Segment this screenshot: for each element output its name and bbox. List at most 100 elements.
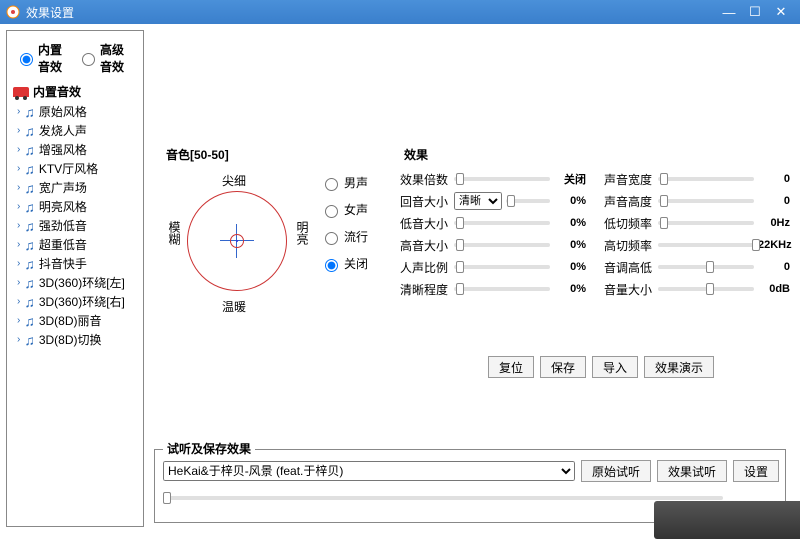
effect-slider[interactable] [658, 177, 754, 181]
preset-item[interactable]: ›♫3D(8D)丽音 [11, 311, 139, 330]
chevron-icon: › [17, 106, 20, 117]
effect-label: 高音大小 [400, 237, 450, 254]
effect-slider[interactable] [658, 287, 754, 291]
note-icon: ♫ [24, 104, 35, 120]
chevron-icon: › [17, 296, 20, 307]
preset-item[interactable]: ›♫原始风格 [11, 102, 139, 121]
effect-row: 声音高度 0 [604, 190, 790, 212]
effect-value: 关闭 [554, 171, 586, 187]
import-button[interactable]: 导入 [592, 356, 638, 378]
effects-group: 效果 效果倍数关闭回音大小清晰0%低音大小0%高音大小0%人声比例0%清晰程度0… [394, 156, 794, 336]
tree-header[interactable]: 内置音效 [7, 81, 143, 102]
preset-item[interactable]: ›♫抖音快手 [11, 254, 139, 273]
effect-label: 低切频率 [604, 215, 654, 232]
effect-slider[interactable] [454, 265, 550, 269]
effect-value: 0 [758, 261, 790, 273]
note-icon: ♫ [24, 180, 35, 196]
preset-item[interactable]: ›♫宽广声场 [11, 178, 139, 197]
note-icon: ♫ [24, 161, 35, 177]
note-icon: ♫ [24, 237, 35, 253]
preview-original-button[interactable]: 原始试听 [581, 460, 651, 482]
tone-legend: 音色[50-50] [162, 146, 233, 163]
close-button[interactable]: ✕ [768, 4, 794, 20]
overlay-panel [654, 501, 800, 539]
effect-slider[interactable] [454, 221, 550, 225]
voice-radio[interactable]: 关闭 [320, 255, 368, 272]
window-title: 效果设置 [26, 4, 716, 21]
tone-group: 音色[50-50] 尖细 温暖 模糊 明亮 男声女声流行关闭 [156, 156, 386, 336]
effect-row: 回音大小清晰0% [400, 190, 586, 212]
tone-label-bottom: 温暖 [222, 298, 246, 315]
mode-builtin-radio[interactable]: 内置音效 [15, 41, 73, 75]
chevron-icon: › [17, 163, 20, 174]
maximize-button[interactable]: ☐ [742, 4, 768, 20]
note-icon: ♫ [24, 332, 35, 348]
effect-dropdown[interactable]: 清晰 [454, 192, 502, 210]
note-icon: ♫ [24, 199, 35, 215]
car-icon [13, 87, 29, 97]
effect-row: 效果倍数关闭 [400, 168, 586, 190]
chevron-icon: › [17, 315, 20, 326]
chevron-icon: › [17, 277, 20, 288]
demo-button[interactable]: 效果演示 [644, 356, 714, 378]
chevron-icon: › [17, 201, 20, 212]
effect-slider[interactable] [658, 199, 754, 203]
preset-item[interactable]: ›♫3D(8D)切换 [11, 330, 139, 349]
minimize-button[interactable]: — [716, 5, 742, 20]
effect-label: 声音宽度 [604, 171, 654, 188]
effect-value: 0% [554, 217, 586, 229]
effect-value: 22KHz [758, 239, 790, 251]
preset-item[interactable]: ›♫强劲低音 [11, 216, 139, 235]
effect-slider[interactable] [658, 221, 754, 225]
preview-legend: 试听及保存效果 [163, 440, 255, 457]
chevron-icon: › [17, 182, 20, 193]
effects-legend: 效果 [400, 146, 432, 163]
playback-slider[interactable] [163, 496, 723, 500]
effect-value: 0dB [758, 283, 790, 295]
chevron-icon: › [17, 125, 20, 136]
effect-row: 音量大小0dB [604, 278, 790, 300]
reset-button[interactable]: 复位 [488, 356, 534, 378]
preview-settings-button[interactable]: 设置 [733, 460, 779, 482]
note-icon: ♫ [24, 218, 35, 234]
effect-value: 0% [554, 261, 586, 273]
preset-item[interactable]: ›♫3D(360)环绕[左] [11, 273, 139, 292]
save-button[interactable]: 保存 [540, 356, 586, 378]
preset-item[interactable]: ›♫增强风格 [11, 140, 139, 159]
effect-slider[interactable] [658, 265, 754, 269]
effect-slider[interactable] [454, 287, 550, 291]
chevron-icon: › [17, 334, 20, 345]
effect-slider[interactable] [454, 177, 550, 181]
tone-label-right: 明亮 [294, 221, 311, 245]
effect-slider[interactable] [506, 199, 550, 203]
effect-label: 人声比例 [400, 259, 450, 276]
tone-cursor[interactable] [230, 234, 244, 248]
chevron-icon: › [17, 144, 20, 155]
voice-radio[interactable]: 流行 [320, 228, 368, 245]
chevron-icon: › [17, 258, 20, 269]
preset-item[interactable]: ›♫明亮风格 [11, 197, 139, 216]
preset-item[interactable]: ›♫KTV厅风格 [11, 159, 139, 178]
chevron-icon: › [17, 239, 20, 250]
effect-label: 声音高度 [604, 193, 654, 210]
preset-item[interactable]: ›♫超重低音 [11, 235, 139, 254]
tone-label-top: 尖细 [222, 172, 246, 189]
effect-row: 低切频率0Hz [604, 212, 790, 234]
tone-label-left: 模糊 [166, 221, 183, 245]
effect-slider[interactable] [658, 243, 754, 247]
voice-radio[interactable]: 女声 [320, 201, 368, 218]
effect-row: 人声比例 0% [400, 256, 586, 278]
effect-value: 0 [758, 195, 790, 207]
note-icon: ♫ [24, 275, 35, 291]
effect-row: 高音大小0% [400, 234, 586, 256]
note-icon: ♫ [24, 142, 35, 158]
track-select[interactable]: HeKai&于梓贝-风景 (feat.于梓贝) [163, 461, 575, 481]
app-icon [6, 5, 20, 19]
effect-slider[interactable] [454, 243, 550, 247]
voice-radio[interactable]: 男声 [320, 174, 368, 191]
effect-row: 音调高低0 [604, 256, 790, 278]
preset-item[interactable]: ›♫3D(360)环绕[右] [11, 292, 139, 311]
preview-effect-button[interactable]: 效果试听 [657, 460, 727, 482]
preset-item[interactable]: ›♫发烧人声 [11, 121, 139, 140]
mode-advanced-radio[interactable]: 高级音效 [77, 41, 135, 75]
